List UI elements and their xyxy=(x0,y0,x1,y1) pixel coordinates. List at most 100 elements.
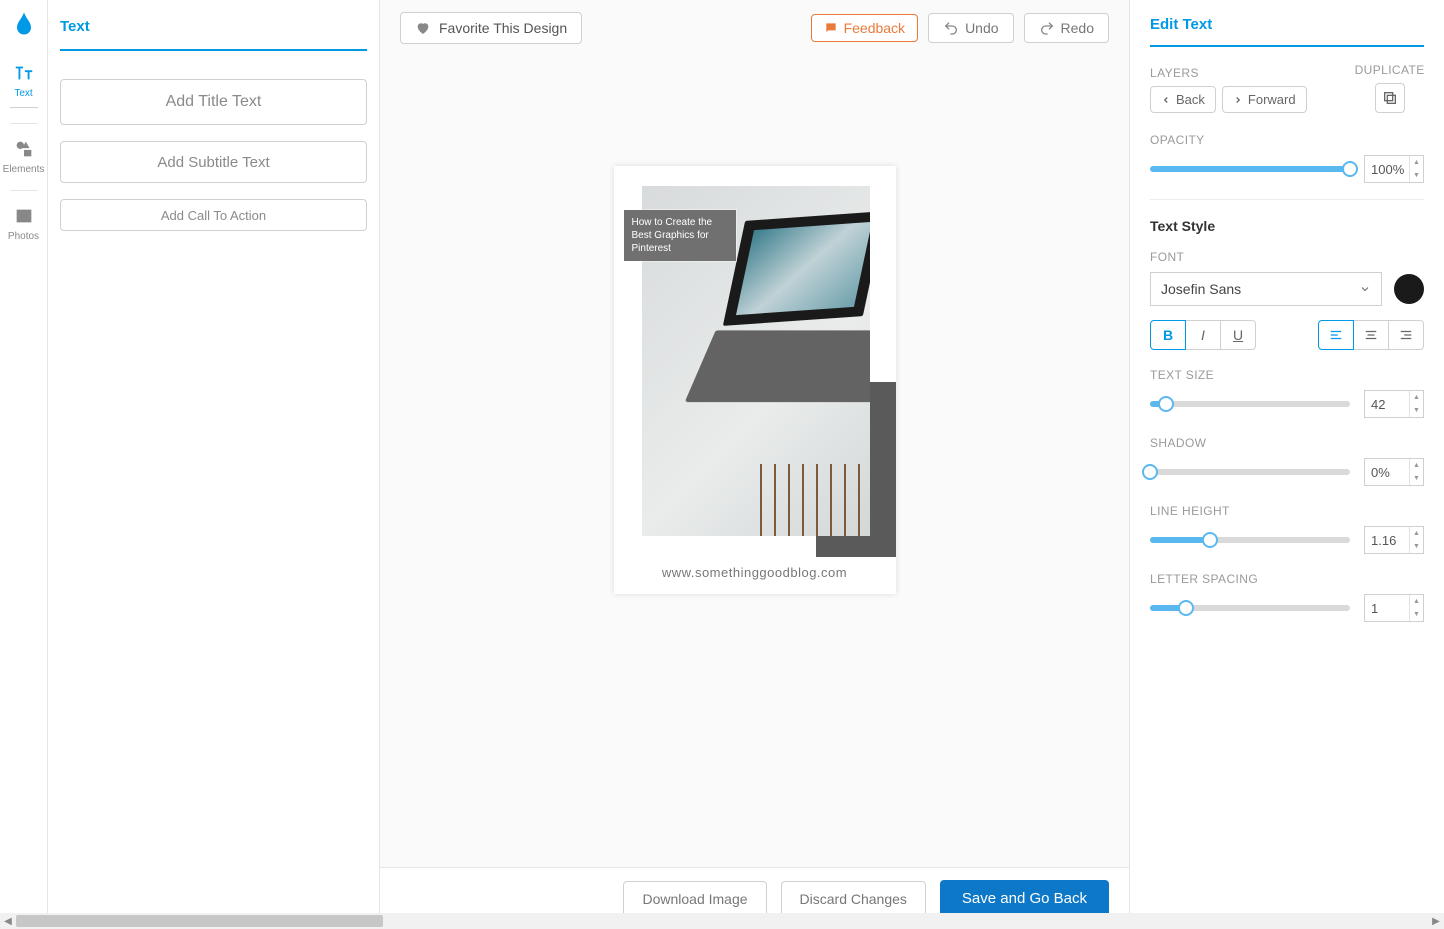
app-root: Text Elements Photos Text Add Title Text… xyxy=(0,0,1444,929)
spin-up[interactable]: ▲ xyxy=(1410,156,1423,169)
spin-down[interactable]: ▼ xyxy=(1410,404,1423,417)
undo-icon xyxy=(943,20,959,36)
align-right-toggle[interactable] xyxy=(1388,320,1424,350)
save-and-go-back-button[interactable]: Save and Go Back xyxy=(940,880,1109,917)
layers-label: LAYERS xyxy=(1150,66,1307,80)
app-logo[interactable] xyxy=(10,10,38,38)
shadow-slider[interactable] xyxy=(1150,469,1350,475)
iconbar-elements[interactable]: Elements xyxy=(0,128,48,186)
opacity-label: OPACITY xyxy=(1150,133,1205,147)
iconbar-text-label: Text xyxy=(14,88,32,99)
shadow-block: SHADOW 0% ▲▼ xyxy=(1150,434,1424,486)
spin-down[interactable]: ▼ xyxy=(1410,472,1423,485)
download-image-button[interactable]: Download Image xyxy=(623,881,766,917)
text-size-value: 42 xyxy=(1371,397,1385,412)
canvas-url-text[interactable]: www.somethinggoodblog.com xyxy=(614,565,896,580)
scroll-track[interactable] xyxy=(16,913,1428,929)
canvas-headline-text[interactable]: How to Create the Best Graphics for Pint… xyxy=(624,210,736,261)
chevron-left-icon xyxy=(1161,95,1171,105)
layer-forward-label: Forward xyxy=(1248,92,1296,107)
underline-toggle[interactable]: U xyxy=(1220,320,1256,350)
table-legs xyxy=(760,464,870,536)
opacity-input[interactable]: 100% ▲▼ xyxy=(1364,155,1424,183)
duplicate-icon xyxy=(1382,90,1398,106)
iconbar-separator xyxy=(10,190,38,191)
add-subtitle-text-button[interactable]: Add Subtitle Text xyxy=(60,141,367,183)
iconbar-photos-label: Photos xyxy=(8,231,39,242)
spin-up[interactable]: ▲ xyxy=(1410,527,1423,540)
undo-button[interactable]: Undo xyxy=(928,13,1013,43)
font-select[interactable]: Josefin Sans xyxy=(1150,272,1382,306)
spin-down[interactable]: ▼ xyxy=(1410,540,1423,553)
align-center-icon xyxy=(1364,328,1378,342)
align-center-toggle[interactable] xyxy=(1353,320,1389,350)
right-panel-title: Edit Text xyxy=(1150,16,1424,47)
duplicate-col: DUPLICATE xyxy=(1355,63,1425,113)
font-label: FONT xyxy=(1150,250,1184,264)
duplicate-button[interactable] xyxy=(1375,83,1405,113)
opacity-slider[interactable] xyxy=(1150,166,1350,172)
spin-up[interactable]: ▲ xyxy=(1410,595,1423,608)
comment-icon xyxy=(824,21,838,35)
add-cta-button[interactable]: Add Call To Action xyxy=(60,199,367,231)
align-left-toggle[interactable] xyxy=(1318,320,1354,350)
align-toggle-group xyxy=(1318,320,1424,350)
text-size-input[interactable]: 42 ▲▼ xyxy=(1364,390,1424,418)
feedback-button[interactable]: Feedback xyxy=(811,14,918,42)
style-toggle-group: B I U xyxy=(1150,320,1256,350)
line-height-input[interactable]: 1.16 ▲▼ xyxy=(1364,526,1424,554)
align-left-icon xyxy=(1329,328,1343,342)
spin-up[interactable]: ▲ xyxy=(1410,459,1423,472)
scroll-thumb[interactable] xyxy=(16,915,383,927)
opacity-value: 100% xyxy=(1371,162,1404,177)
favorite-button[interactable]: Favorite This Design xyxy=(400,12,582,44)
canvas-wrap[interactable]: How to Create the Best Graphics for Pint… xyxy=(380,56,1129,867)
letter-spacing-label: LETTER SPACING xyxy=(1150,572,1258,586)
bold-toggle[interactable]: B xyxy=(1150,320,1186,350)
horizontal-scrollbar[interactable]: ◀ ▶ xyxy=(0,913,1444,929)
iconbar-text[interactable]: Text xyxy=(0,52,48,119)
text-style-title: Text Style xyxy=(1150,218,1424,234)
right-panel: Edit Text LAYERS Back Forward DUPLICAT xyxy=(1130,0,1444,929)
letter-spacing-slider[interactable] xyxy=(1150,605,1350,611)
italic-toggle[interactable]: I xyxy=(1185,320,1221,350)
text-color-swatch[interactable] xyxy=(1394,274,1424,304)
shadow-input[interactable]: 0% ▲▼ xyxy=(1364,458,1424,486)
font-name: Josefin Sans xyxy=(1161,281,1241,297)
divider xyxy=(1150,199,1424,200)
add-title-text-button[interactable]: Add Title Text xyxy=(60,79,367,125)
layer-back-label: Back xyxy=(1176,92,1205,107)
scroll-right-arrow[interactable]: ▶ xyxy=(1428,913,1444,929)
iconbar-separator xyxy=(10,123,38,124)
letter-spacing-value: 1 xyxy=(1371,601,1378,616)
chevron-right-icon xyxy=(1233,95,1243,105)
spin-down[interactable]: ▼ xyxy=(1410,608,1423,621)
layers-col: LAYERS Back Forward xyxy=(1150,66,1307,113)
spin-up[interactable]: ▲ xyxy=(1410,391,1423,404)
heart-icon xyxy=(415,20,431,36)
text-icon xyxy=(13,62,35,84)
layer-back-button[interactable]: Back xyxy=(1150,86,1216,113)
image-icon xyxy=(13,205,35,227)
redo-button[interactable]: Redo xyxy=(1024,13,1109,43)
layer-forward-button[interactable]: Forward xyxy=(1222,86,1307,113)
discard-changes-button[interactable]: Discard Changes xyxy=(781,881,926,917)
feedback-label: Feedback xyxy=(844,20,905,36)
line-height-label: LINE HEIGHT xyxy=(1150,504,1230,518)
duplicate-label: DUPLICATE xyxy=(1355,63,1425,77)
left-panel: Text Add Title Text Add Subtitle Text Ad… xyxy=(48,0,380,929)
redo-icon xyxy=(1039,20,1055,36)
text-size-block: TEXT SIZE 42 ▲▼ xyxy=(1150,366,1424,418)
design-canvas[interactable]: How to Create the Best Graphics for Pint… xyxy=(614,166,896,594)
line-height-block: LINE HEIGHT 1.16 ▲▼ xyxy=(1150,502,1424,554)
laptop-screen xyxy=(722,211,869,326)
scroll-left-arrow[interactable]: ◀ xyxy=(0,913,16,929)
text-size-label: TEXT SIZE xyxy=(1150,368,1214,382)
line-height-slider[interactable] xyxy=(1150,537,1350,543)
iconbar-photos[interactable]: Photos xyxy=(0,195,48,253)
align-right-icon xyxy=(1399,328,1413,342)
text-size-slider[interactable] xyxy=(1150,401,1350,407)
spin-down[interactable]: ▼ xyxy=(1410,169,1423,182)
text-format-row: B I U xyxy=(1150,320,1424,350)
letter-spacing-input[interactable]: 1 ▲▼ xyxy=(1364,594,1424,622)
